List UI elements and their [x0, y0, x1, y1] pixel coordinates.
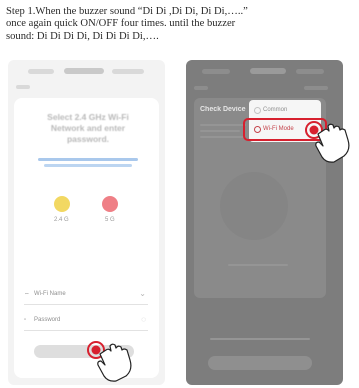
mode-option-common[interactable]: Common — [263, 107, 287, 113]
instruction-line-3: sound: Di Di Di Di, Di Di Di Di,…. — [6, 30, 159, 42]
wifi-5g-icon — [102, 196, 118, 212]
info-link[interactable] — [44, 164, 132, 167]
text-line — [200, 130, 240, 132]
status-bar-item — [112, 69, 144, 74]
status-bar-item — [28, 69, 54, 74]
tap-hand-icon — [305, 121, 350, 163]
setup-title: Select 2.4 GHz Wi-Fi Network and enter p… — [47, 112, 129, 144]
back-icon[interactable] — [16, 85, 30, 89]
text-line — [200, 124, 246, 126]
dot-2-label: 5 G — [105, 217, 115, 223]
text-line — [200, 136, 244, 138]
wifi-name-field[interactable]: ⌔ Wi-Fi Name ⌄ — [24, 286, 148, 305]
instruction-text: Step 1.When the buzzer sound “Di Di ,Di … — [6, 6, 354, 43]
check-device-heading: Check Device — [200, 106, 246, 113]
phone-screenshot-mode-select: Check Device Common Wi-Fi Mode — [186, 60, 343, 385]
mode-switch-link[interactable] — [304, 86, 328, 90]
chevron-down-icon: ⌄ — [139, 289, 146, 298]
info-link[interactable] — [38, 158, 138, 161]
dot-1-label: 2.4 G — [54, 217, 69, 223]
status-bar-item — [64, 68, 104, 74]
wifi-icon: ⌔ — [24, 293, 30, 299]
text-line — [228, 264, 288, 266]
wifi-2g-icon — [54, 196, 70, 212]
lock-icon: ▫ — [24, 317, 27, 323]
eye-icon: ◌ — [141, 315, 146, 324]
radio-icon — [254, 107, 261, 114]
password-field[interactable]: ▫ Password ◌ — [24, 312, 148, 331]
text-line — [210, 338, 310, 340]
instruction-line-1: Step 1.When the buzzer sound “Di Di ,Di … — [6, 6, 248, 17]
status-bar-item — [202, 69, 230, 74]
device-image — [220, 172, 288, 240]
phone-screenshot-wifi-setup: Select 2.4 GHz Wi-Fi Network and enter p… — [8, 60, 165, 385]
status-bar-item — [250, 68, 286, 74]
wifi-name-label: Wi-Fi Name — [34, 291, 66, 297]
instruction-line-2: once again quick ON/OFF four times. unti… — [6, 18, 236, 30]
confirm-button[interactable] — [208, 356, 312, 370]
status-bar-item — [296, 69, 324, 74]
back-icon[interactable] — [194, 86, 208, 90]
password-label: Password — [34, 317, 61, 323]
tap-hand-icon — [87, 341, 132, 382]
